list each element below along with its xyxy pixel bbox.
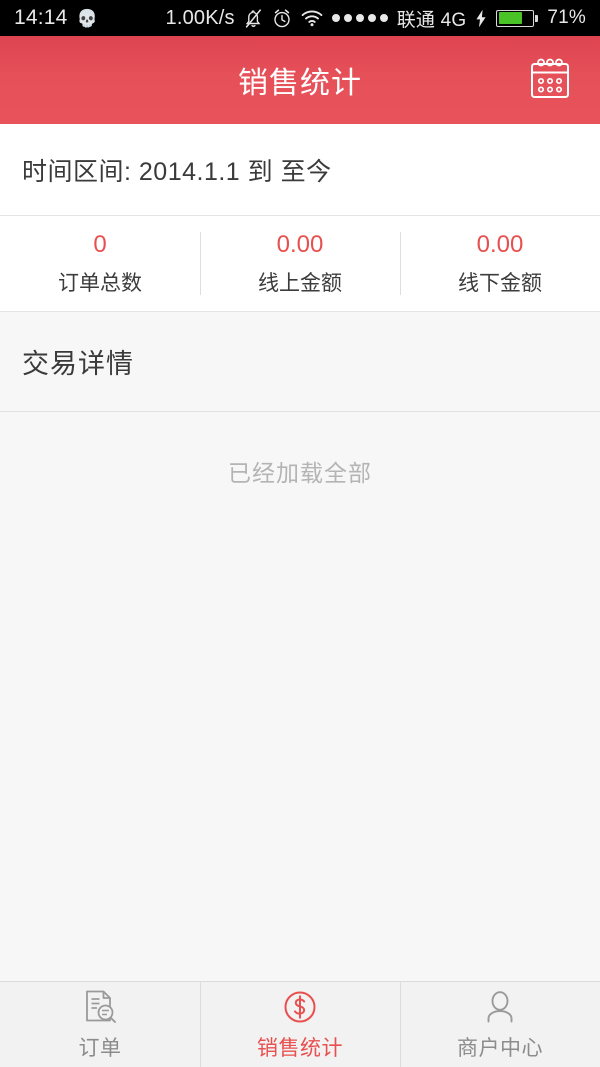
stat-total-orders: 0 订单总数	[0, 216, 200, 311]
calendar-icon[interactable]	[522, 52, 578, 108]
signal-dots-icon	[331, 14, 388, 22]
status-bar: 14:14 💀 1.00K/s 联通 4G 71%	[0, 0, 600, 36]
bottom-tab-bar: 订单 销售统计 商户中心	[0, 981, 600, 1067]
stat-label: 线上金额	[258, 271, 342, 295]
dollar-circle-icon	[281, 988, 319, 1026]
app-screen: 14:14 💀 1.00K/s 联通 4G 71% 销售统计 时间区间: 201…	[0, 0, 600, 1067]
tab-sales-statistics[interactable]: 销售统计	[200, 982, 400, 1067]
carrier-label: 联通 4G	[396, 9, 467, 31]
alarm-clock-icon	[272, 8, 292, 29]
stats-summary: 0 订单总数 0.00 线上金额 0.00 线下金额	[0, 216, 600, 312]
person-icon	[481, 988, 519, 1026]
document-search-icon	[80, 988, 120, 1026]
page-title: 销售统计	[238, 67, 362, 100]
stat-online-amount: 0.00 线上金额	[200, 216, 400, 311]
tab-orders[interactable]: 订单	[0, 982, 200, 1067]
tab-merchant-center[interactable]: 商户中心	[400, 982, 600, 1067]
tab-label: 销售统计	[257, 1036, 343, 1060]
stat-label: 线下金额	[458, 271, 542, 295]
stat-value: 0	[93, 230, 107, 258]
app-header: 销售统计	[0, 36, 600, 124]
battery-icon	[496, 9, 539, 27]
stat-value: 0.00	[476, 230, 524, 258]
date-range-row[interactable]: 时间区间: 2014.1.1 到 至今	[0, 124, 600, 216]
network-speed: 1.00K/s	[165, 6, 235, 29]
transaction-list[interactable]: 已经加载全部	[0, 412, 600, 981]
wifi-icon	[301, 9, 323, 27]
battery-percent: 71%	[547, 7, 586, 28]
status-bar-right: 1.00K/s 联通 4G 71%	[166, 5, 587, 32]
tab-label: 商户中心	[457, 1036, 543, 1060]
stat-label: 订单总数	[58, 271, 142, 295]
transaction-details-section: 交易详情	[0, 312, 600, 412]
stat-value: 0.00	[276, 230, 324, 258]
skull-emoji-icon: 💀	[76, 8, 98, 28]
date-range-text: 时间区间: 2014.1.1 到 至今	[22, 157, 332, 186]
status-time: 14:14	[14, 6, 68, 29]
section-title: 交易详情	[22, 349, 134, 379]
list-empty-hint: 已经加载全部	[228, 460, 372, 486]
status-bar-left: 14:14 💀	[14, 6, 98, 30]
tab-label: 订单	[78, 1036, 122, 1060]
stat-offline-amount: 0.00 线下金额	[400, 216, 600, 311]
charging-bolt-icon	[475, 9, 487, 28]
bell-muted-icon	[244, 8, 263, 29]
